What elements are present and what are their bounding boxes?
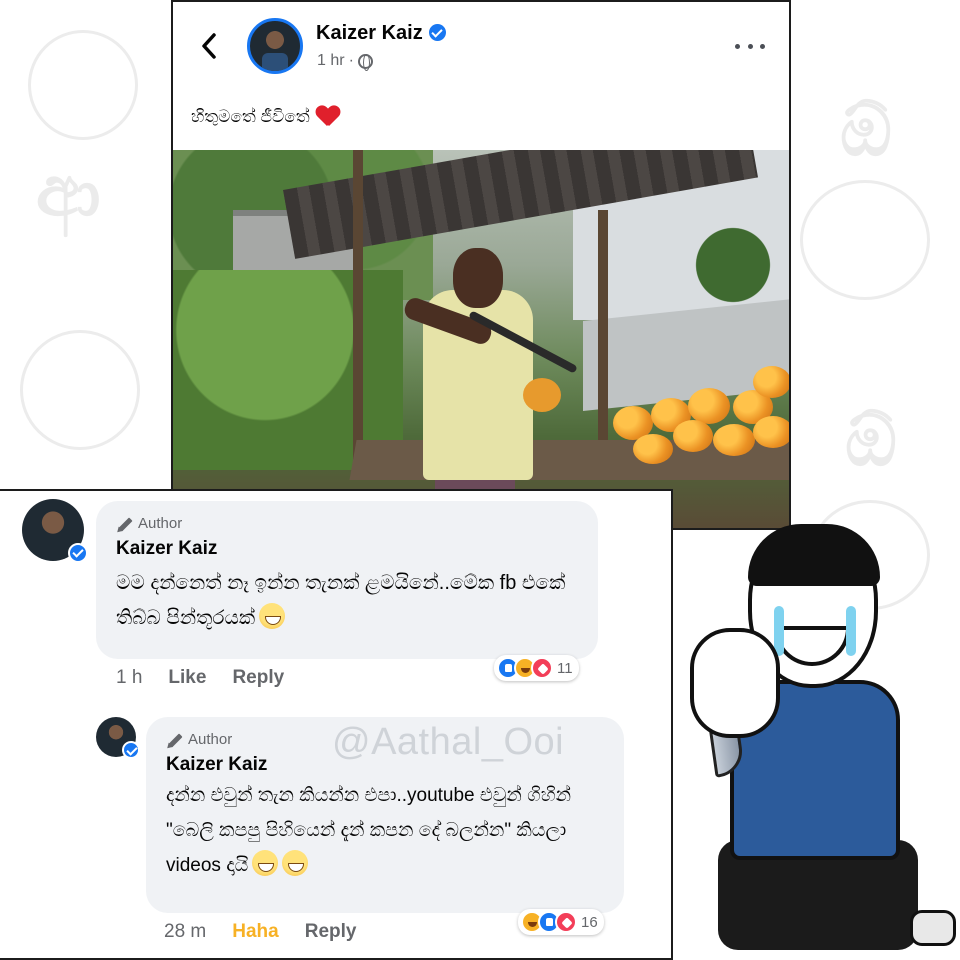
doodle-letter-icon: ඕ (840, 90, 892, 172)
post-time[interactable]: 1 hr (317, 52, 345, 70)
like-button[interactable]: Like (168, 667, 206, 689)
doodle-letter-icon: ඕ (845, 400, 897, 482)
love-reaction-icon (555, 911, 577, 933)
meme-hair (748, 524, 880, 586)
love-reaction-icon (531, 657, 553, 679)
verified-badge-icon (68, 543, 88, 563)
reply-reactions[interactable]: 16 (518, 909, 604, 935)
post-author[interactable]: Kaizer Kaiz (316, 22, 446, 45)
meta-separator: · (348, 52, 354, 69)
reply-time[interactable]: 28 m (164, 921, 206, 943)
meme-shoe (910, 910, 956, 946)
more-horizontal-icon (735, 43, 740, 49)
comments-card: Author Kaizer Kaiz මම දන්නෙත් නෑ ඉන්න තැ… (0, 489, 673, 960)
reply-button[interactable]: Reply (305, 921, 357, 943)
post-header: Kaizer Kaiz 1 hr · (173, 2, 789, 102)
grinning-face-icon (252, 850, 279, 877)
doodle-face-icon (28, 30, 138, 140)
reply-text-content: දන්න එවුන් තැන කියන්න එපා..youtube එවුන්… (166, 785, 572, 877)
post-meta: 1 hr · (317, 52, 373, 71)
tear-icon (846, 606, 856, 656)
doodle-letter-icon: ආ (36, 150, 101, 232)
crying-meme-figure (670, 520, 960, 960)
comment-actions: 1 h Like Reply (116, 667, 284, 689)
doodle-face-icon (20, 330, 140, 450)
comment-bubble: Author Kaizer Kaiz මම දන්නෙත් නෑ ඉන්න තැ… (96, 501, 598, 659)
post-card: Kaizer Kaiz 1 hr · හිතුමතේ ජීවිතේ (171, 0, 791, 530)
author-tag-label: Author (138, 515, 183, 532)
author-tag-label: Author (188, 731, 233, 748)
globe-icon[interactable] (357, 53, 373, 71)
doodle-face-icon (800, 180, 930, 300)
comment-text: මම දන්නෙත් නෑ ඉන්න තැනක් ළමයිනේ..මේක fb … (116, 566, 580, 636)
chevron-left-icon (202, 33, 216, 59)
reply-avatar[interactable] (96, 717, 140, 759)
grinning-face-icon (259, 603, 286, 629)
reply-text: දන්න එවුන් තැන කියන්න එපා..youtube එවුන්… (166, 778, 606, 883)
reaction-count: 16 (581, 913, 598, 931)
grinning-face-icon (282, 850, 309, 877)
more-options-button[interactable] (735, 36, 765, 56)
red-heart-icon (316, 106, 340, 128)
post-photo[interactable] (173, 150, 789, 528)
watermark: @Aathal_Ooi (332, 721, 565, 763)
pencil-icon (116, 516, 132, 532)
post-caption: හිතුමතේ ජීවිතේ (191, 106, 340, 128)
reply-button[interactable]: Reply (232, 667, 284, 689)
meme-hands (690, 628, 780, 738)
post-author-name[interactable]: Kaizer Kaiz (316, 22, 423, 44)
comment-time[interactable]: 1 h (116, 667, 142, 689)
reaction-count: 11 (557, 659, 573, 677)
haha-button[interactable]: Haha (232, 921, 278, 943)
comment-text-content: මම දන්නෙත් නෑ ඉන්න තැනක් ළමයිනේ..මේක fb … (116, 572, 566, 629)
avatar[interactable] (247, 18, 303, 74)
pencil-icon (166, 732, 182, 748)
verified-badge-icon (428, 24, 446, 41)
comment-avatar[interactable] (22, 499, 88, 563)
post-caption-text: හිතුමතේ ජීවිතේ (191, 107, 310, 126)
reply-actions: 28 m Haha Reply (164, 921, 356, 943)
comment-author-name[interactable]: Kaizer Kaiz (116, 538, 580, 560)
comment-reactions[interactable]: 11 (494, 655, 579, 681)
verified-badge-icon (122, 741, 140, 759)
back-button[interactable] (195, 30, 223, 62)
author-tag: Author (116, 515, 580, 532)
tear-icon (774, 606, 784, 656)
